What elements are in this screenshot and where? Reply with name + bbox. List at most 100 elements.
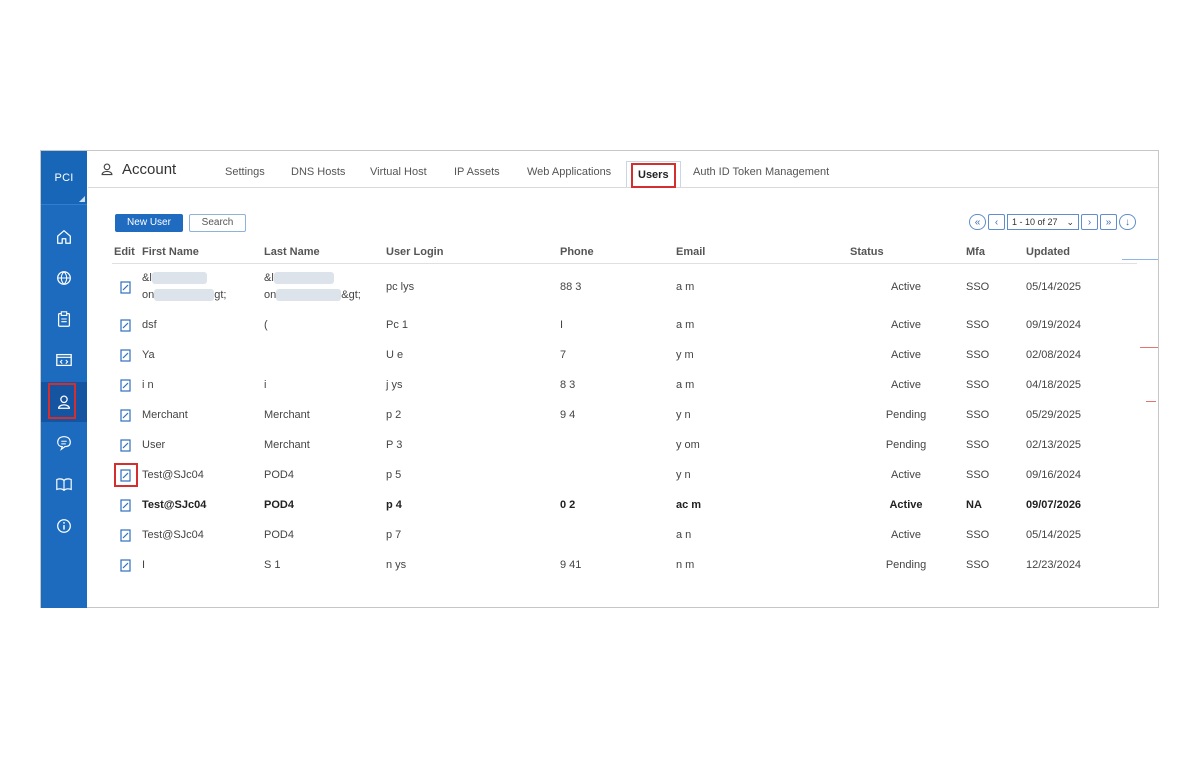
updated-cell: 09/19/2024 [1026, 319, 1082, 331]
updated-cell: 02/13/2025 [1026, 439, 1082, 451]
edit-icon[interactable] [114, 553, 138, 577]
phone-cell: I [560, 319, 564, 331]
status-cell: Active [891, 469, 921, 481]
brand-badge[interactable]: PCI [41, 151, 87, 205]
edit-icon[interactable] [114, 313, 138, 337]
phone-cell [558, 520, 674, 550]
sidebar-item-webapps[interactable] [41, 340, 87, 380]
table-row[interactable]: Test@SJc04 POD4 p 7 a n Active SSO 05/14… [112, 520, 1137, 550]
sidebar-item-globe[interactable] [41, 258, 87, 298]
edit-icon[interactable] [114, 343, 138, 367]
table-row[interactable]: i n i j ys 8 3 a m Active SSO 04/18/2025 [112, 370, 1137, 400]
email-cell: y n [676, 469, 691, 481]
last-name-cell: Merchant [264, 409, 310, 421]
edit-icon[interactable] [114, 523, 138, 547]
prev-page-icon[interactable]: ‹ [988, 214, 1005, 230]
status-cell: Active [891, 319, 921, 331]
redaction [273, 272, 334, 285]
first-page-icon[interactable]: « [969, 214, 986, 230]
status-cell: Pending [885, 439, 927, 451]
table-row[interactable]: User Merchant P 3 y om Pending SSO 02/13… [112, 430, 1137, 460]
search-button[interactable]: Search [189, 214, 246, 232]
edit-icon[interactable] [114, 493, 138, 517]
first-name-cell: &l [142, 272, 152, 284]
edit-icon[interactable] [114, 433, 138, 457]
phone-cell: 9 4 [560, 409, 576, 421]
phone-cell: 8 3 [560, 379, 576, 391]
col-email[interactable]: Email [674, 241, 848, 264]
next-page-icon[interactable]: › [1081, 214, 1098, 230]
edge-marker [1140, 347, 1158, 348]
table-row[interactable]: I S 1 n ys 9 41 n m Pending SSO 12/23/20… [112, 550, 1137, 580]
table-row[interactable]: Merchant Merchant p 2 9 4 y n Pending SS… [112, 400, 1137, 430]
redaction [151, 272, 207, 285]
page-range-select[interactable]: 1 - 10 of 27 ⌄ [1007, 214, 1079, 230]
status-cell: Active [891, 281, 921, 293]
col-mfa[interactable]: Mfa [964, 241, 1024, 264]
sidebar-item-account[interactable] [41, 382, 87, 422]
edge-marker [1146, 401, 1156, 402]
mfa-cell: NA [966, 499, 982, 511]
mfa-cell: SSO [966, 439, 990, 451]
table-row[interactable]: dsf ( Pc 1 I a m Active SSO 09/19/2024 [112, 310, 1137, 340]
last-name-cell [262, 340, 384, 370]
col-updated[interactable]: Updated [1024, 241, 1137, 264]
edit-icon[interactable] [114, 275, 138, 299]
updated-cell: 05/14/2025 [1026, 281, 1082, 293]
last-name-cell: Merchant [264, 439, 310, 451]
user-login-cell: Pc 1 [386, 319, 409, 331]
tab-auth-id-token-management[interactable]: Auth ID Token Management [693, 166, 829, 178]
user-login-cell: j ys [386, 379, 403, 391]
last-name-cell: ( [264, 319, 268, 331]
table-row[interactable]: &l on gt; &l on &gt; pc lys 88 3 a m Active … [112, 264, 1137, 311]
col-first-name[interactable]: First Name [140, 241, 262, 264]
chevron-down-icon: ⌄ [1066, 216, 1074, 227]
user-login-cell: p 4 [386, 499, 402, 511]
col-user-login[interactable]: User Login [384, 241, 558, 264]
last-name-cell: POD4 [264, 469, 294, 481]
tab-virtual-host[interactable]: Virtual Host [370, 166, 427, 178]
sidebar-item-chat[interactable] [41, 423, 87, 463]
col-last-name[interactable]: Last Name [262, 241, 384, 264]
phone-cell: 88 3 [560, 281, 582, 293]
home-icon [57, 230, 71, 244]
updated-cell: 09/16/2024 [1026, 469, 1082, 481]
email-cell: ac m [676, 499, 702, 511]
tab-ip-assets[interactable]: IP Assets [454, 166, 500, 178]
clipboard-icon [57, 311, 71, 327]
email-cell: a n [676, 529, 692, 541]
col-status[interactable]: Status [848, 241, 964, 264]
status-cell: Active [891, 349, 921, 361]
table-row[interactable]: Test@SJc04 POD4 p 5 y n Active SSO 09/16… [112, 460, 1137, 490]
last-name-cell-cont: on [264, 289, 277, 301]
email-cell: a m [676, 379, 695, 391]
sidebar-item-home[interactable] [41, 217, 87, 257]
tab-settings[interactable]: Settings [225, 166, 265, 178]
sidebar-item-docs[interactable] [41, 464, 87, 504]
page-header: Account Settings DNS Hosts Virtual Host … [88, 151, 1158, 188]
edit-icon[interactable] [114, 463, 138, 487]
table-row[interactable]: Test@SJc04 POD4 p 4 0 2 ac m Active NA 0… [112, 490, 1137, 520]
tab-dns-hosts[interactable]: DNS Hosts [291, 166, 345, 178]
user-login-cell: U e [386, 349, 404, 361]
sidebar-item-reports[interactable] [41, 299, 87, 339]
edit-icon[interactable] [114, 403, 138, 427]
edit-icon[interactable] [114, 373, 138, 397]
sidebar-item-info[interactable] [41, 506, 87, 546]
first-name-cell: i n [142, 379, 154, 391]
updated-cell: 04/18/2025 [1026, 379, 1082, 391]
expand-down-icon[interactable]: ↓ [1119, 214, 1136, 230]
last-page-icon[interactable]: » [1100, 214, 1117, 230]
col-phone[interactable]: Phone [558, 241, 674, 264]
first-name-cell: Merchant [142, 409, 188, 421]
selection-highlight [48, 383, 76, 419]
brand-label: PCI [54, 172, 74, 184]
new-user-button[interactable]: New User [115, 214, 183, 232]
table-row[interactable]: Ya U e 7 y m Active SSO 02/08/2024 [112, 340, 1137, 370]
code-window-icon [56, 353, 72, 367]
updated-cell: 12/23/2024 [1026, 559, 1082, 571]
tab-web-applications[interactable]: Web Applications [527, 166, 611, 178]
tab-users[interactable]: Users [626, 161, 681, 188]
table-header-row: Edit First Name Last Name User Login Pho… [112, 241, 1137, 264]
globe-icon [57, 271, 71, 285]
